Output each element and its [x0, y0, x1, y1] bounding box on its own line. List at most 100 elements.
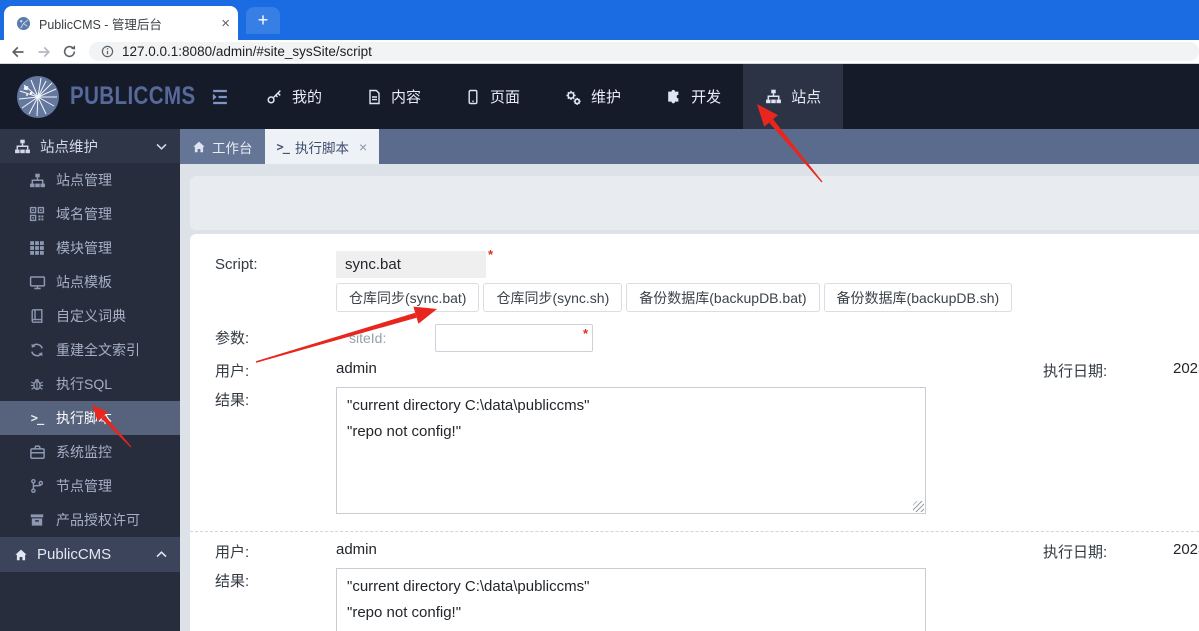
sidebar-item-label: 系统监控 [56, 444, 112, 460]
script-shortcut-buttons: 仓库同步(sync.bat) 仓库同步(sync.sh) 备份数据库(backupD… [336, 283, 1013, 312]
gears-icon [564, 88, 582, 106]
siteid-required-mark: * [583, 326, 589, 341]
user-value: admin [336, 360, 377, 377]
sidebar-section-site-maintenance[interactable]: 站点维护 [0, 129, 180, 163]
browser-tab-title: PublicCMS - 管理后台 [39, 17, 162, 32]
briefcase-icon [28, 444, 46, 461]
chevron-down-icon [155, 140, 168, 153]
sidebar-item-label: 域名管理 [56, 206, 112, 222]
favicon [16, 16, 31, 31]
terminal-icon: >_ [276, 139, 290, 154]
grid-icon [28, 240, 46, 256]
reload-icon[interactable] [62, 44, 77, 59]
result-textarea[interactable] [336, 568, 926, 631]
script-button-1[interactable]: 仓库同步(sync.bat) [336, 283, 480, 312]
sidebar-item-系统监控[interactable]: 系统监控 [0, 435, 180, 469]
tab-close-icon[interactable]: × [221, 16, 230, 31]
script-button-2[interactable]: 仓库同步(sync.sh) [483, 283, 623, 312]
topnav-item-页面[interactable]: 页面 [443, 64, 542, 129]
archive-icon [28, 512, 46, 528]
topnav-menu: 我的 内容 页面 维护 开发 站点 [244, 64, 844, 129]
key-icon [266, 88, 283, 105]
topnav-item-label: 我的 [292, 89, 323, 106]
sidebar-item-执行脚本[interactable]: >_ 执行脚本 [0, 401, 180, 435]
topnav-item-维护[interactable]: 维护 [542, 64, 643, 129]
sidebar-footer-label: PublicCMS [37, 546, 112, 563]
tab-close-icon[interactable]: × [359, 139, 367, 155]
chevron-up-icon [155, 548, 168, 561]
workspace-tab-执行脚本[interactable]: >_ 执行脚本 × [264, 129, 380, 164]
exec-date-value: 2023- [1173, 360, 1199, 377]
workspace-tab-label: 执行脚本 [294, 140, 349, 156]
sitemap-icon [28, 172, 46, 189]
sidebar-menu: 站点管理域名管理模块管理站点模板自定义词典重建全文索引 执行SQL >_ 执行脚本系统… [0, 163, 180, 537]
topnav-item-开发[interactable]: 开发 [643, 64, 743, 129]
sidebar-item-站点管理[interactable]: 站点管理 [0, 163, 180, 197]
result-textarea[interactable] [336, 387, 926, 514]
document-icon [366, 89, 382, 105]
sidebar-item-label: 产品授权许可 [56, 512, 140, 528]
exec-date-label: 执行日期: [1043, 363, 1108, 380]
siteid-input[interactable] [435, 324, 593, 352]
sidebar-item-label: 模块管理 [56, 240, 112, 256]
sidebar-item-执行SQL[interactable]: 执行SQL [0, 367, 180, 401]
workspace-tab-工作台[interactable]: 工作台 [180, 129, 265, 164]
script-button-4[interactable]: 备份数据库(backupDB.sh) [823, 283, 1013, 312]
sidebar-item-label: 站点管理 [56, 172, 112, 188]
new-tab-button[interactable]: + [246, 7, 280, 34]
sitemap-icon [765, 88, 782, 105]
back-icon[interactable] [10, 44, 26, 60]
textarea-resize-grip[interactable] [913, 501, 924, 512]
brand: PUBLICCMS [0, 64, 196, 129]
script-label: Script: [215, 256, 258, 273]
publiccms-logo-icon [16, 75, 60, 119]
url-text[interactable]: 127.0.0.1:8080/admin/#site_sysSite/scrip… [122, 44, 372, 59]
sidebar-item-域名管理[interactable]: 域名管理 [0, 197, 180, 231]
topnav-item-label: 站点 [791, 89, 822, 106]
brand-wordmark: PUBLICCMS [70, 82, 196, 110]
browser-tab[interactable]: PublicCMS - 管理后台 × [4, 6, 238, 40]
workspace-tabbar: 工作台 >_ 执行脚本 × [180, 129, 1199, 164]
info-icon[interactable] [101, 45, 114, 58]
sidebar-item-重建全文索引[interactable]: 重建全文索引 [0, 333, 180, 367]
sidebar-item-label: 自定义词典 [56, 308, 126, 324]
address-bar[interactable]: 127.0.0.1:8080/admin/#site_sysSite/scrip… [89, 42, 1199, 61]
user-label: 用户: [215, 544, 250, 561]
exec-date-label: 执行日期: [1043, 544, 1108, 561]
topnav-item-label: 页面 [490, 89, 521, 106]
forward-icon[interactable] [36, 44, 52, 60]
desktop-icon [28, 274, 46, 291]
result-label: 结果: [215, 392, 250, 409]
sidebar-section-label: 站点维护 [40, 139, 98, 156]
app-topnav: PUBLICCMS 我的 内容 页面 维护 开发 站点 [0, 64, 1199, 129]
sidebar-item-站点模板[interactable]: 站点模板 [0, 265, 180, 299]
tablet-icon [465, 89, 481, 105]
result-label: 结果: [215, 573, 250, 590]
qrcode-icon [28, 206, 46, 222]
record-divider [190, 531, 1199, 532]
sidebar-item-模块管理[interactable]: 模块管理 [0, 231, 180, 265]
topnav-item-label: 内容 [391, 89, 422, 106]
workspace-tab-label: 工作台 [212, 140, 253, 156]
sidebar-toggle-icon[interactable] [196, 64, 244, 129]
script-input[interactable] [336, 251, 486, 278]
sidebar-item-节点管理[interactable]: 节点管理 [0, 469, 180, 503]
sidebar-item-自定义词典[interactable]: 自定义词典 [0, 299, 180, 333]
user-label: 用户: [215, 363, 250, 380]
topnav-item-label: 开发 [691, 89, 722, 106]
topnav-item-站点[interactable]: 站点 [743, 64, 844, 129]
topnav-item-内容[interactable]: 内容 [344, 64, 443, 129]
script-button-3[interactable]: 备份数据库(backupDB.bat) [626, 283, 820, 312]
browser-tabstrip: PublicCMS - 管理后台 × + [0, 0, 1199, 40]
script-required-mark: * [488, 247, 494, 262]
sidebar: 站点维护 站点管理域名管理模块管理站点模板自定义词典重建全文索引 执行SQL >_ 执… [0, 129, 180, 631]
branch-icon [28, 478, 46, 494]
toolbar-panel [190, 176, 1199, 230]
refresh-icon [28, 342, 46, 358]
sitemap-icon [14, 138, 31, 155]
topnav-item-我的[interactable]: 我的 [244, 64, 344, 129]
sidebar-section-publiccms[interactable]: PublicCMS [0, 537, 180, 572]
terminal-icon: >_ [30, 411, 44, 425]
puzzle-icon [665, 88, 682, 105]
sidebar-item-产品授权许可[interactable]: 产品授权许可 [0, 503, 180, 537]
